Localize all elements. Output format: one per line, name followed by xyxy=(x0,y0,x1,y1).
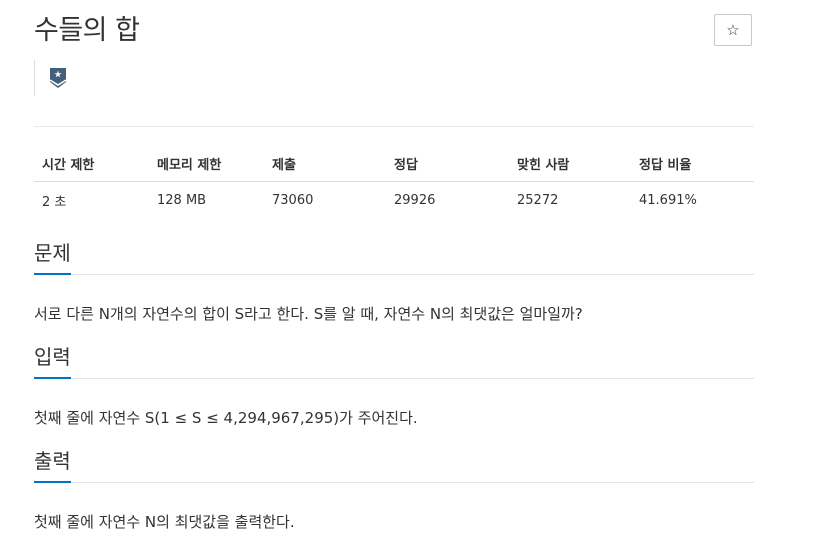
section-divider xyxy=(34,274,754,275)
favorite-star-button[interactable]: ☆ xyxy=(714,14,752,46)
info-table-row: 2 초 128 MB 73060 29926 25272 41.691% xyxy=(34,182,754,219)
solved-users-value: 25272 xyxy=(517,192,559,208)
time-limit-value: 2 초 xyxy=(42,194,67,210)
submissions-value: 73060 xyxy=(272,192,314,208)
section-divider xyxy=(34,378,754,379)
input-text: 첫째 줄에 자연수 S(1 ≤ S ≤ 4,294,967,295)가 주어진다… xyxy=(34,409,418,427)
info-table-header-row: 시간 제한 메모리 제한 제출 정답 맞힌 사람 정답 비율 xyxy=(34,146,754,182)
problem-tier-area xyxy=(34,60,67,96)
header-solved-users: 맞힌 사람 xyxy=(509,146,631,182)
header-submissions: 제출 xyxy=(264,146,386,182)
accept-ratio-value: 41.691% xyxy=(639,192,697,208)
star-icon: ☆ xyxy=(726,21,740,39)
header-accepted: 정답 xyxy=(386,146,509,182)
description-section-header: 문제 xyxy=(34,239,754,275)
accepted-value: 29926 xyxy=(394,192,436,208)
problem-info-table: 시간 제한 메모리 제한 제출 정답 맞힌 사람 정답 비율 2 초 128 M… xyxy=(34,146,754,218)
memory-limit-value: 128 MB xyxy=(157,192,207,208)
output-text: 첫째 줄에 자연수 N의 최댓값을 출력한다. xyxy=(34,513,295,531)
tier-badge-icon[interactable] xyxy=(49,67,67,89)
header-memory-limit: 메모리 제한 xyxy=(149,146,264,182)
header-accept-ratio: 정답 비율 xyxy=(631,146,754,182)
header-divider xyxy=(34,126,754,127)
section-divider xyxy=(34,482,754,483)
input-section-title: 입력 xyxy=(34,343,71,379)
header-time-limit: 시간 제한 xyxy=(34,146,149,182)
problem-title: 수들의 합 xyxy=(34,15,140,46)
description-text: 서로 다른 N개의 자연수의 합이 S라고 한다. S를 알 때, 자연수 N의… xyxy=(34,305,583,323)
output-section-header: 출력 xyxy=(34,447,754,483)
input-section-header: 입력 xyxy=(34,343,754,379)
output-section-title: 출력 xyxy=(34,447,71,483)
description-section-title: 문제 xyxy=(34,239,71,275)
